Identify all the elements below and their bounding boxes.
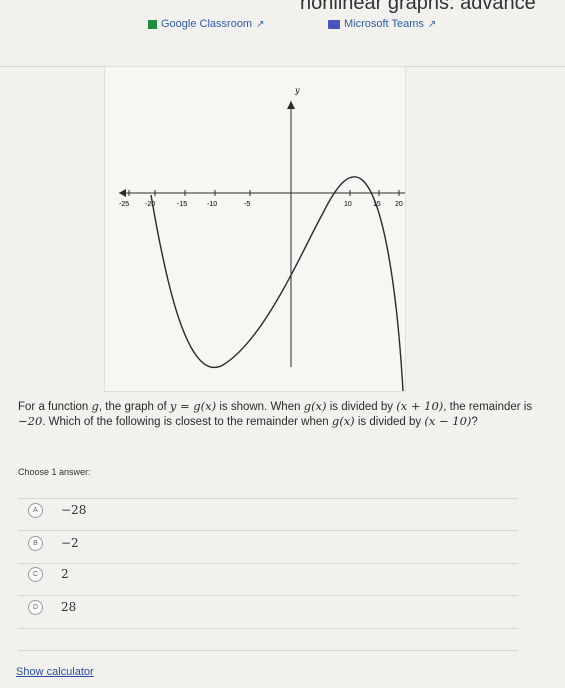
divider — [18, 628, 518, 629]
math-divisor: (x + 10) — [396, 399, 444, 413]
x-tick-label: -15 — [177, 201, 187, 208]
x-tick-label: 10 — [344, 201, 352, 208]
question-text: For a function g, the graph of y = g(x) … — [18, 399, 533, 428]
graph-svg: x y -25 -20 -15 -10 -5 10 15 20 — [119, 86, 405, 391]
microsoft-teams-share-link[interactable]: Microsoft Teams ↗ — [328, 18, 436, 30]
x-tick-label: -10 — [207, 201, 217, 208]
divider — [18, 650, 518, 651]
graph-figure: x y -25 -20 -15 -10 -5 10 15 20 — [104, 66, 406, 392]
external-link-icon: ↗ — [256, 18, 265, 30]
y-axis-up-arrow — [287, 101, 295, 109]
x-tick-label: -5 — [244, 201, 250, 208]
x-tick-label: 20 — [395, 201, 403, 208]
choice-c[interactable]: C 2 — [28, 562, 498, 586]
google-classroom-icon — [148, 19, 157, 29]
choice-value: −2 — [61, 536, 79, 550]
choice-letter-icon: C — [28, 566, 43, 582]
choice-value: 28 — [61, 600, 77, 614]
choice-value: −28 — [61, 503, 87, 517]
show-calculator-link[interactable]: Show calculator — [16, 666, 94, 678]
x-tick-label: -25 — [119, 201, 129, 208]
choice-letter-icon: B — [28, 535, 43, 551]
microsoft-teams-label: Microsoft Teams — [344, 18, 424, 30]
google-classroom-label: Google Classroom — [161, 18, 253, 30]
math-gx: g(x) — [303, 399, 327, 413]
choice-letter-icon: A — [28, 502, 43, 518]
choice-d[interactable]: D 28 — [28, 595, 498, 619]
y-axis-label: y — [294, 86, 300, 95]
microsoft-teams-icon — [328, 19, 340, 29]
choice-value: 2 — [61, 567, 69, 581]
x-axis-left-arrow — [119, 189, 126, 197]
external-link-icon: ↗ — [427, 18, 437, 30]
choice-b[interactable]: B −2 — [28, 531, 498, 555]
function-curve — [150, 176, 404, 391]
choice-a[interactable]: A −28 — [28, 498, 498, 522]
choice-letter-icon: D — [28, 599, 43, 615]
math-equation: y = g(x) — [169, 399, 217, 413]
answer-prompt: Choose 1 answer: — [18, 467, 91, 477]
share-bar: Google Classroom ↗ Microsoft Teams ↗ — [0, 18, 565, 38]
math-divisor: (x − 10) — [424, 414, 472, 428]
page-title: nonlinear graphs: advance — [300, 0, 536, 14]
math-g: g — [91, 399, 99, 413]
math-gx: g(x) — [331, 414, 355, 428]
google-classroom-share-link[interactable]: Google Classroom ↗ — [148, 18, 264, 30]
math-remainder: −20 — [18, 414, 43, 428]
